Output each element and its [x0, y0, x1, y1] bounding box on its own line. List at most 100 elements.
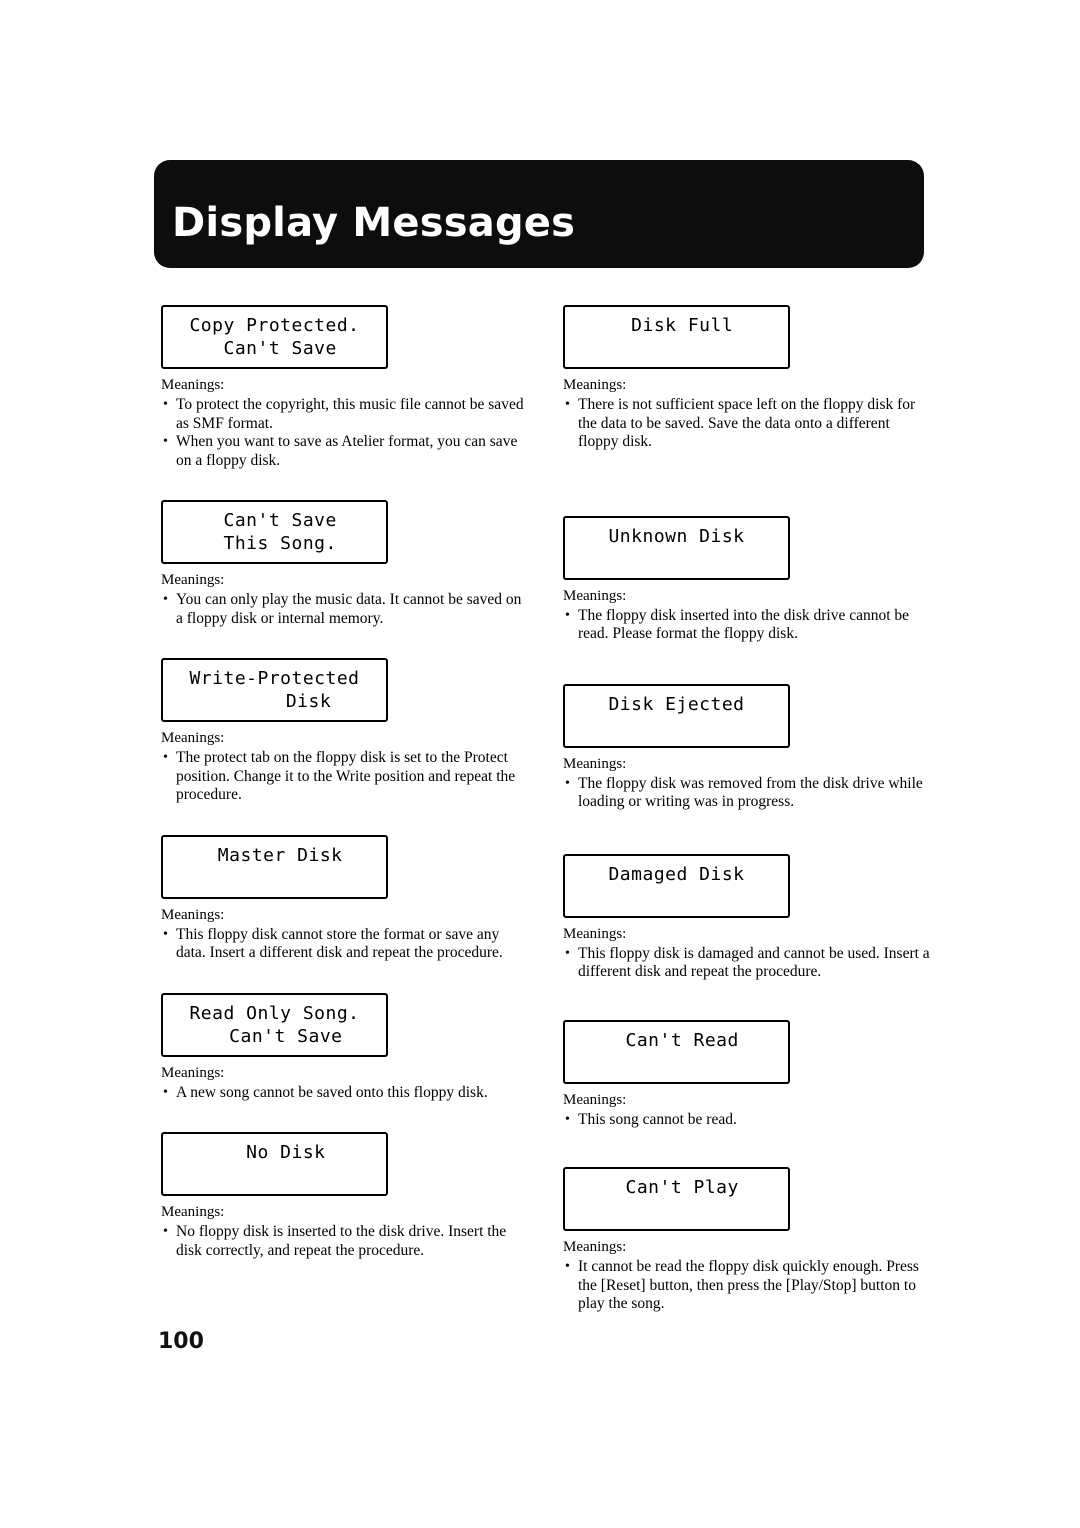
bullet-dot-icon: • [565, 945, 570, 961]
lcd-display-box: Copy Protected. Can't Save [161, 305, 388, 369]
meanings-label: Meanings: [161, 377, 225, 393]
display-message-entry: Can't Save This Song. Meanings: • You can o… [161, 500, 531, 628]
lcd-display-box: Disk Ejected [563, 683, 790, 748]
meanings-list-item: • The floppy disk was removed from the di… [563, 775, 933, 812]
entry-spacer [161, 963, 531, 993]
meanings-list: • No floppy disk is inserted to the disk … [161, 1223, 531, 1260]
meanings-text: This floppy disk is damaged and cannot b… [578, 944, 930, 981]
display-message-entry: Read Only Song. Can't Save Meanings: • A ne… [161, 992, 531, 1103]
bullet-dot-icon: • [163, 926, 168, 942]
bullet-dot-icon: • [565, 775, 570, 791]
meanings-label: Meanings: [161, 906, 225, 923]
lcd-line-2: Can't Save [212, 338, 337, 359]
bullet-dot-icon: • [163, 1084, 168, 1100]
meanings-label: Meanings: [161, 572, 225, 588]
page-title: Display Messages [172, 200, 576, 246]
document-page: Display Messages Copy Protected. Can't S… [0, 0, 1080, 1528]
meanings-text: No floppy disk is inserted to the disk d… [176, 1223, 507, 1259]
lcd-line-2: Disk [217, 691, 332, 712]
meanings-list-item: • This floppy disk is damaged and cannot … [563, 945, 933, 982]
meanings-text: There is not sufficient space left on th… [578, 396, 916, 450]
meanings-list-item: • A new song cannot be saved onto this fl… [161, 1084, 531, 1103]
lcd-display-box: Can't Read [563, 1019, 790, 1084]
lcd-display-box: No Disk [161, 1132, 388, 1196]
lcd-line-1: No Disk [223, 1142, 326, 1163]
meanings-label: Meanings: [161, 1064, 225, 1081]
bullet-dot-icon: • [163, 434, 168, 449]
lcd-display-box: Read Only Song. Can't Save [161, 992, 388, 1057]
display-message-entry: No Disk Meanings: • No floppy disk is inse… [161, 1132, 531, 1260]
display-message-entry: Copy Protected. Can't Save Meanings: • To p… [161, 305, 531, 470]
entry-spacer [161, 805, 531, 835]
lcd-display-box: Disk Full [563, 305, 790, 369]
meanings-text: This song cannot be read. [578, 1110, 737, 1128]
display-message-entry: Can't Play Meanings: • It cannot be read t… [563, 1167, 933, 1314]
meanings-list: • To protect the copyright, this music fi… [161, 396, 531, 470]
meanings-list: • It cannot be read the floppy disk quick… [563, 1258, 933, 1314]
lcd-line-1: Disk Ejected [608, 693, 745, 715]
lcd-line-1: Write-Protected [189, 668, 360, 689]
lcd-line-1: Master Disk [206, 844, 343, 866]
meanings-list: • You can only play the music data. It ca… [161, 591, 531, 628]
bullet-dot-icon: • [163, 750, 168, 765]
entry-spacer [161, 470, 531, 500]
entry-spacer [161, 1102, 531, 1132]
lcd-line-1: Copy Protected. [189, 315, 360, 336]
lcd-line-1: Can't Play [614, 1177, 739, 1198]
bullet-dot-icon: • [163, 1224, 168, 1239]
meanings-text: It cannot be read the floppy disk quickl… [578, 1258, 919, 1312]
meanings-label: Meanings: [563, 755, 627, 772]
display-message-entry: Disk Full Meanings: • There is not suffici… [563, 305, 933, 452]
entry-spacer [563, 812, 933, 854]
meanings-label: Meanings: [563, 925, 627, 942]
meanings-label: Meanings: [161, 730, 225, 746]
lcd-display-box: Damaged Disk [563, 853, 790, 918]
meanings-list-item: • This song cannot be read. [563, 1111, 933, 1130]
meanings-label: Meanings: [161, 1204, 225, 1220]
bullet-dot-icon: • [163, 592, 168, 607]
meanings-list: • This floppy disk cannot store the forma… [161, 926, 531, 963]
meanings-text: To protect the copyright, this music fil… [176, 396, 524, 432]
lcd-display-box: Unknown Disk [563, 515, 790, 580]
meanings-list: • This song cannot be read. [563, 1111, 933, 1130]
entry-spacer [161, 628, 531, 658]
bullet-dot-icon: • [565, 1259, 570, 1274]
entry-spacer [563, 452, 933, 516]
left-column: Copy Protected. Can't Save Meanings: • To p… [161, 305, 531, 1260]
lcd-display-box: Can't Play [563, 1167, 790, 1231]
meanings-list-item: • No floppy disk is inserted to the disk … [161, 1223, 531, 1260]
meanings-text: The protect tab on the floppy disk is se… [176, 749, 516, 803]
lcd-line-1: Can't Save [212, 510, 337, 531]
entry-spacer [563, 644, 933, 684]
meanings-label: Meanings: [563, 1091, 627, 1108]
bullet-dot-icon: • [565, 397, 570, 412]
meanings-list-item: • The floppy disk inserted into the disk … [563, 607, 933, 644]
right-column: Disk Full Meanings: • There is not suffici… [563, 305, 933, 1314]
meanings-list-item: • You can only play the music data. It ca… [161, 591, 531, 628]
meanings-label: Meanings: [563, 377, 627, 393]
lcd-display-box: Master Disk [161, 834, 388, 899]
meanings-list: • The floppy disk was removed from the di… [563, 775, 933, 812]
meanings-list: • This floppy disk is damaged and cannot … [563, 945, 933, 982]
bullet-dot-icon: • [565, 607, 570, 623]
lcd-display-box: Can't Save This Song. [161, 500, 388, 564]
meanings-text: When you want to save as Atelier format,… [176, 433, 518, 469]
meanings-text: The floppy disk was removed from the dis… [578, 774, 923, 811]
meanings-text: The floppy disk inserted into the disk d… [578, 606, 910, 643]
display-message-entry: Unknown Disk Meanings: • The floppy disk i… [563, 515, 933, 644]
meanings-list: • A new song cannot be saved onto this fl… [161, 1084, 531, 1103]
entry-spacer [563, 982, 933, 1020]
meanings-list-item: • The protect tab on the floppy disk is s… [161, 749, 531, 805]
meanings-list: • There is not sufficient space left on t… [563, 396, 933, 452]
display-message-entry: Write-Protected Disk Meanings: • The protec… [161, 658, 531, 805]
lcd-line-1: Unknown Disk [608, 525, 745, 547]
meanings-list-item: • This floppy disk cannot store the forma… [161, 926, 531, 963]
meanings-list-item: • To protect the copyright, this music fi… [161, 396, 531, 433]
lcd-display-box: Write-Protected Disk [161, 658, 388, 722]
meanings-list-item: • There is not sufficient space left on t… [563, 396, 933, 452]
lcd-line-2: This Song. [212, 533, 337, 554]
display-message-entry: Master Disk Meanings: • This floppy disk c… [161, 834, 531, 963]
meanings-label: Meanings: [563, 587, 627, 604]
display-message-entry: Can't Read Meanings: • This song cannot be… [563, 1019, 933, 1130]
lcd-line-2: Can't Save [206, 1025, 343, 1047]
